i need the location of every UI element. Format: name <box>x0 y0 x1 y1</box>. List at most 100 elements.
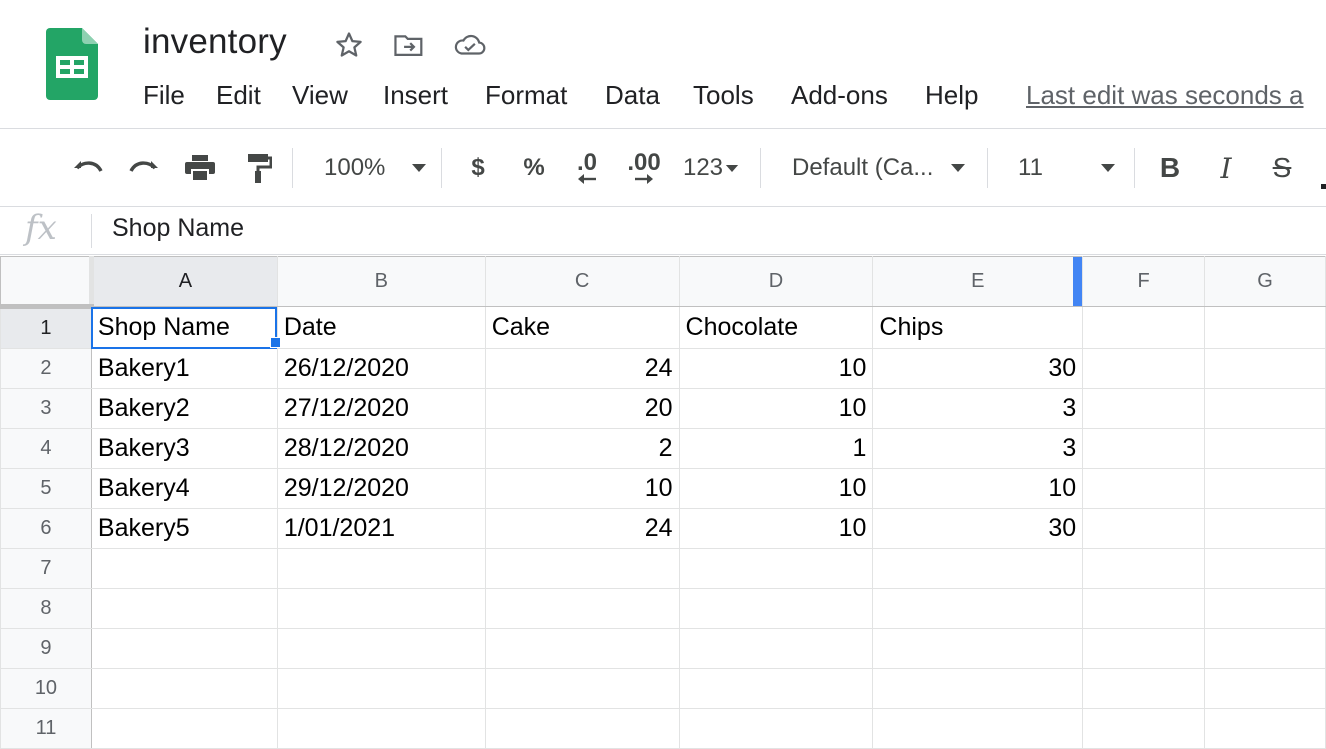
cell-b1[interactable]: Date <box>276 306 486 349</box>
redo-icon[interactable] <box>124 146 164 190</box>
cell-a5[interactable]: Bakery4 <box>90 468 278 509</box>
cell-c2[interactable]: 24 <box>484 348 680 389</box>
cell-c3[interactable]: 20 <box>484 388 680 429</box>
cell-d5[interactable]: 10 <box>678 468 874 509</box>
cell-e8[interactable] <box>872 588 1084 629</box>
cell-a2[interactable]: Bakery1 <box>90 348 278 389</box>
cell-b7[interactable] <box>276 548 486 589</box>
cell-g1[interactable] <box>1204 306 1326 349</box>
row-header[interactable]: 11 <box>0 708 92 749</box>
cell-d9[interactable] <box>678 628 874 669</box>
cell-e4[interactable]: 3 <box>872 428 1084 469</box>
menu-edit[interactable]: Edit <box>216 80 261 111</box>
percent-format-button[interactable]: % <box>518 146 550 190</box>
cell-e10[interactable] <box>872 668 1084 709</box>
move-to-folder-icon[interactable] <box>393 30 423 60</box>
cell-d7[interactable] <box>678 548 874 589</box>
cell-e3[interactable]: 3 <box>872 388 1084 429</box>
cell-b9[interactable] <box>276 628 486 669</box>
cell-f4[interactable] <box>1082 428 1206 469</box>
cell-e2[interactable]: 30 <box>872 348 1084 389</box>
cell-g8[interactable] <box>1204 588 1326 629</box>
row-header[interactable]: 1 <box>0 306 92 349</box>
cell-b10[interactable] <box>276 668 486 709</box>
cell-a3[interactable]: Bakery2 <box>90 388 278 429</box>
menu-file[interactable]: File <box>143 80 185 111</box>
cell-e5[interactable]: 10 <box>872 468 1084 509</box>
increase-decimal-button[interactable]: .00 <box>622 146 666 190</box>
star-icon[interactable] <box>334 30 364 60</box>
cell-c6[interactable]: 24 <box>484 508 680 549</box>
cell-c9[interactable] <box>484 628 680 669</box>
cell-b2[interactable]: 26/12/2020 <box>276 348 486 389</box>
cell-a1[interactable]: Shop Name <box>90 306 278 349</box>
bold-button[interactable]: B <box>1152 146 1188 190</box>
cell-e11[interactable] <box>872 708 1084 749</box>
formula-input[interactable]: Shop Name <box>112 214 244 243</box>
more-formats-button[interactable]: 123 <box>678 146 744 190</box>
cell-f6[interactable] <box>1082 508 1206 549</box>
cell-c1[interactable]: Cake <box>484 306 680 349</box>
cell-b3[interactable]: 27/12/2020 <box>276 388 486 429</box>
cell-a9[interactable] <box>90 628 278 669</box>
row-header[interactable]: 9 <box>0 628 92 669</box>
cell-b5[interactable]: 29/12/2020 <box>276 468 486 509</box>
last-edit-link[interactable]: Last edit was seconds a <box>1026 80 1304 111</box>
cell-g7[interactable] <box>1204 548 1326 589</box>
cell-f10[interactable] <box>1082 668 1206 709</box>
column-header-d[interactable]: D <box>678 256 874 307</box>
cell-f2[interactable] <box>1082 348 1206 389</box>
cell-f9[interactable] <box>1082 628 1206 669</box>
print-icon[interactable] <box>180 146 220 190</box>
decrease-decimal-button[interactable]: .0 <box>566 146 608 190</box>
cell-d2[interactable]: 10 <box>678 348 874 389</box>
spreadsheet-grid[interactable]: A B C D E F G 1 Shop Name Date Cake Chocolate Chips 2… <box>0 256 1326 749</box>
cell-f7[interactable] <box>1082 548 1206 589</box>
fill-handle[interactable] <box>270 337 281 348</box>
currency-format-button[interactable]: $ <box>462 146 494 190</box>
cell-c7[interactable] <box>484 548 680 589</box>
cell-g11[interactable] <box>1204 708 1326 749</box>
cell-f5[interactable] <box>1082 468 1206 509</box>
strikethrough-button[interactable]: S <box>1264 146 1300 190</box>
font-family-select[interactable]: Default (Ca... <box>788 146 974 190</box>
column-header-b[interactable]: B <box>276 256 486 307</box>
cell-e6[interactable]: 30 <box>872 508 1084 549</box>
cell-b6[interactable]: 1/01/2021 <box>276 508 486 549</box>
cell-b4[interactable]: 28/12/2020 <box>276 428 486 469</box>
row-header[interactable]: 8 <box>0 588 92 629</box>
cell-c10[interactable] <box>484 668 680 709</box>
cell-d4[interactable]: 1 <box>678 428 874 469</box>
row-header[interactable]: 2 <box>0 348 92 389</box>
cell-f11[interactable] <box>1082 708 1206 749</box>
cell-g4[interactable] <box>1204 428 1326 469</box>
font-size-select[interactable]: 11 <box>1010 146 1122 190</box>
row-header[interactable]: 3 <box>0 388 92 429</box>
zoom-select[interactable]: 100% <box>318 146 430 190</box>
cell-d3[interactable]: 10 <box>678 388 874 429</box>
cell-b8[interactable] <box>276 588 486 629</box>
cell-d1[interactable]: Chocolate <box>678 306 874 349</box>
menu-addons[interactable]: Add-ons <box>791 80 888 111</box>
cell-f1[interactable] <box>1082 306 1206 349</box>
cell-c5[interactable]: 10 <box>484 468 680 509</box>
undo-icon[interactable] <box>68 146 108 190</box>
cell-d8[interactable] <box>678 588 874 629</box>
cloud-saved-icon[interactable] <box>453 30 486 60</box>
cell-e1[interactable]: Chips <box>872 306 1084 349</box>
menu-view[interactable]: View <box>292 80 348 111</box>
menu-data[interactable]: Data <box>605 80 660 111</box>
column-header-e[interactable]: E <box>872 256 1084 307</box>
cell-g6[interactable] <box>1204 508 1326 549</box>
cell-g3[interactable] <box>1204 388 1326 429</box>
document-title[interactable]: inventory <box>143 22 287 62</box>
column-header-f[interactable]: F <box>1082 256 1206 307</box>
row-header[interactable]: 7 <box>0 548 92 589</box>
row-header[interactable]: 4 <box>0 428 92 469</box>
cell-b11[interactable] <box>276 708 486 749</box>
cell-d10[interactable] <box>678 668 874 709</box>
cell-e9[interactable] <box>872 628 1084 669</box>
column-header-g[interactable]: G <box>1204 256 1326 307</box>
cell-a10[interactable] <box>90 668 278 709</box>
row-header[interactable]: 10 <box>0 668 92 709</box>
